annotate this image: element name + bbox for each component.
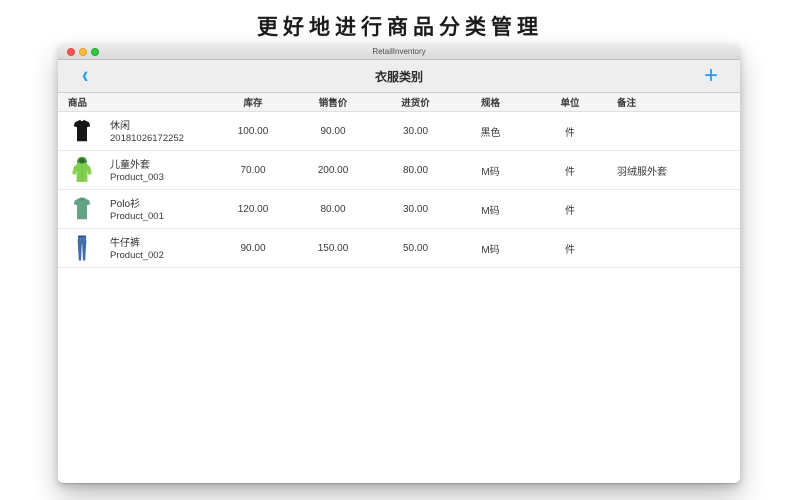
- spec-value: M码: [458, 202, 523, 217]
- sale-price-value: 90.00: [293, 126, 373, 137]
- screen: 更好地进行商品分类管理 RetailInventory ‹ 衣服类别 + 商品 …: [0, 0, 800, 500]
- sale-price-value: 150.00: [293, 243, 373, 254]
- product-text: 牛仔裤 Product_002: [110, 229, 164, 267]
- purchase-price-value: 30.00: [373, 204, 458, 215]
- product-code: 20181026172252: [110, 133, 184, 144]
- column-header-sale-price: 销售价: [293, 95, 373, 109]
- column-header-stock: 库存: [213, 95, 293, 109]
- product-cell: 儿童外套 Product_003: [58, 151, 213, 189]
- black-tshirt-icon: [68, 115, 96, 147]
- traffic-lights: [67, 48, 99, 56]
- stock-value: 120.00: [213, 204, 293, 215]
- app-window: RetailInventory ‹ 衣服类别 + 商品 库存 销售价 进货价 规…: [58, 44, 740, 483]
- column-header-product: 商品: [58, 95, 213, 109]
- product-cell: 休闲 20181026172252: [58, 112, 213, 150]
- sale-price-value: 200.00: [293, 165, 373, 176]
- unit-value: 件: [523, 124, 617, 139]
- unit-value: 件: [523, 241, 617, 256]
- product-cell: 牛仔裤 Product_002: [58, 229, 213, 267]
- category-title: 衣服类别: [375, 68, 423, 85]
- spec-value: 黑色: [458, 124, 523, 139]
- sale-price-value: 80.00: [293, 204, 373, 215]
- column-header-spec: 规格: [458, 95, 523, 109]
- stock-value: 90.00: [213, 243, 293, 254]
- spec-value: M码: [458, 241, 523, 256]
- product-name: Polo衫: [110, 195, 164, 210]
- product-text: 儿童外套 Product_003: [110, 151, 164, 189]
- add-product-button[interactable]: +: [704, 62, 718, 90]
- stock-value: 100.00: [213, 126, 293, 137]
- product-text: 休闲 20181026172252: [110, 112, 184, 150]
- purchase-price-value: 30.00: [373, 126, 458, 137]
- product-code: Product_001: [110, 211, 164, 222]
- table-row[interactable]: 休闲 20181026172252 100.00 90.00 30.00 黑色 …: [58, 112, 740, 151]
- navigation-bar: ‹ 衣服类别 +: [58, 60, 740, 93]
- spec-value: M码: [458, 163, 523, 178]
- column-header-note: 备注: [617, 95, 740, 109]
- back-button[interactable]: ‹: [82, 61, 88, 91]
- close-icon[interactable]: [67, 48, 75, 56]
- chevron-left-icon: ‹: [82, 62, 88, 88]
- blue-jeans-icon: [68, 232, 96, 264]
- product-name: 休闲: [110, 117, 184, 132]
- unit-value: 件: [523, 163, 617, 178]
- minimize-icon[interactable]: [79, 48, 87, 56]
- purchase-price-value: 80.00: [373, 165, 458, 176]
- product-code: Product_002: [110, 250, 164, 261]
- table-row[interactable]: 牛仔裤 Product_002 90.00 150.00 50.00 M码 件: [58, 229, 740, 268]
- column-header-unit: 单位: [523, 95, 617, 109]
- product-table-body: 休闲 20181026172252 100.00 90.00 30.00 黑色 …: [58, 112, 740, 268]
- purchase-price-value: 50.00: [373, 243, 458, 254]
- table-row[interactable]: Polo衫 Product_001 120.00 80.00 30.00 M码 …: [58, 190, 740, 229]
- page-title: 更好地进行商品分类管理: [0, 11, 800, 41]
- window-title: RetailInventory: [58, 47, 740, 56]
- table-header: 商品 库存 销售价 进货价 规格 单位 备注: [58, 93, 740, 112]
- product-code: Product_003: [110, 172, 164, 183]
- green-polo-icon: [68, 193, 96, 225]
- green-jacket-icon: [68, 154, 96, 186]
- table-row[interactable]: 儿童外套 Product_003 70.00 200.00 80.00 M码 件…: [58, 151, 740, 190]
- product-text: Polo衫 Product_001: [110, 190, 164, 228]
- product-name: 牛仔裤: [110, 234, 164, 249]
- unit-value: 件: [523, 202, 617, 217]
- plus-icon: +: [704, 62, 718, 89]
- product-name: 儿童外套: [110, 156, 164, 171]
- note-value: 羽绒服外套: [617, 163, 740, 178]
- stock-value: 70.00: [213, 165, 293, 176]
- zoom-icon[interactable]: [91, 48, 99, 56]
- column-header-purchase-price: 进货价: [373, 95, 458, 109]
- window-titlebar: RetailInventory: [58, 44, 740, 60]
- product-cell: Polo衫 Product_001: [58, 190, 213, 228]
